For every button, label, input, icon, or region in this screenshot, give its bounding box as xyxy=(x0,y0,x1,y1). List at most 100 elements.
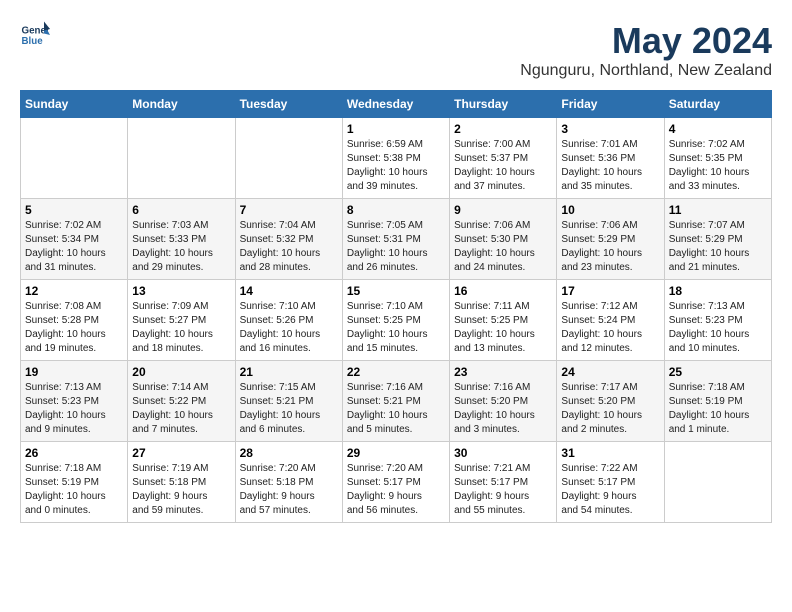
calendar-week-row: 19 Sunrise: 7:13 AMSunset: 5:23 PMDayligh… xyxy=(21,361,772,442)
calendar-cell: 6Sunrise: 7:03 AMSunset: 5:33 PMDaylight… xyxy=(128,199,235,280)
day-number: 22 xyxy=(347,365,445,379)
day-number: 25 xyxy=(669,365,767,379)
calendar-cell: 2 Sunrise: 7:00 AMSunset: 5:37 PMDaylight… xyxy=(450,118,557,199)
calendar-cell: 31 Sunrise: 7:22 AMSunset: 5:17 PMDayligh… xyxy=(557,442,664,523)
calendar-cell xyxy=(235,118,342,199)
day-info: Sunrise: 7:06 AMSunset: 5:29 PMDaylight:… xyxy=(561,219,659,275)
day-info: Sunrise: 7:10 AMSunset: 5:25 PMDaylight:… xyxy=(347,300,445,356)
calendar-cell: 5 Sunrise: 7:02 AMSunset: 5:34 PMDaylight… xyxy=(21,199,128,280)
calendar-cell: 22 Sunrise: 7:16 AMSunset: 5:21 PMDayligh… xyxy=(342,361,449,442)
calendar-week-row: 12 Sunrise: 7:08 AMSunset: 5:28 PMDayligh… xyxy=(21,280,772,361)
day-number: 29 xyxy=(347,446,445,460)
day-info: Sunrise: 7:07 AMSunset: 5:29 PMDaylight:… xyxy=(669,219,767,275)
day-number: 15 xyxy=(347,284,445,298)
calendar-cell: 10 Sunrise: 7:06 AMSunset: 5:29 PMDayligh… xyxy=(557,199,664,280)
day-info: Sunrise: 7:14 AMSunset: 5:22 PMDaylight:… xyxy=(132,381,230,437)
day-info: Sunrise: 7:16 AMSunset: 5:20 PMDaylight:… xyxy=(454,381,552,437)
calendar-week-row: 26Sunrise: 7:18 AMSunset: 5:19 PMDayligh… xyxy=(21,442,772,523)
weekday-header-friday: Friday xyxy=(557,91,664,118)
day-number: 17 xyxy=(561,284,659,298)
day-number: 13 xyxy=(132,284,230,298)
day-info: Sunrise: 7:03 AMSunset: 5:33 PMDaylight:… xyxy=(132,219,230,275)
day-number: 21 xyxy=(240,365,338,379)
day-number: 20 xyxy=(132,365,230,379)
calendar-cell: 17 Sunrise: 7:12 AMSunset: 5:24 PMDayligh… xyxy=(557,280,664,361)
calendar-cell: 30Sunrise: 7:21 AMSunset: 5:17 PMDayligh… xyxy=(450,442,557,523)
day-info: Sunrise: 7:02 AMSunset: 5:34 PMDaylight:… xyxy=(25,219,123,275)
weekday-header-thursday: Thursday xyxy=(450,91,557,118)
calendar-cell: 15 Sunrise: 7:10 AMSunset: 5:25 PMDayligh… xyxy=(342,280,449,361)
day-number: 28 xyxy=(240,446,338,460)
day-number: 2 xyxy=(454,122,552,136)
calendar-cell: 18Sunrise: 7:13 AMSunset: 5:23 PMDayligh… xyxy=(664,280,771,361)
day-info: Sunrise: 7:12 AMSunset: 5:24 PMDaylight:… xyxy=(561,300,659,356)
calendar-cell: 14Sunrise: 7:10 AMSunset: 5:26 PMDayligh… xyxy=(235,280,342,361)
location-title: Ngunguru, Northland, New Zealand xyxy=(520,62,772,80)
day-number: 19 xyxy=(25,365,123,379)
calendar-cell xyxy=(128,118,235,199)
day-info: Sunrise: 7:05 AMSunset: 5:31 PMDaylight:… xyxy=(347,219,445,275)
day-info: Sunrise: 7:00 AMSunset: 5:37 PMDaylight:… xyxy=(454,138,552,194)
calendar-cell: 9Sunrise: 7:06 AMSunset: 5:30 PMDaylight… xyxy=(450,199,557,280)
day-info: Sunrise: 7:16 AMSunset: 5:21 PMDaylight:… xyxy=(347,381,445,437)
day-info: Sunrise: 7:10 AMSunset: 5:26 PMDaylight:… xyxy=(240,300,338,356)
day-number: 24 xyxy=(561,365,659,379)
calendar-cell: 25 Sunrise: 7:18 AMSunset: 5:19 PMDayligh… xyxy=(664,361,771,442)
weekday-header-tuesday: Tuesday xyxy=(235,91,342,118)
day-info: Sunrise: 7:22 AMSunset: 5:17 PMDaylight:… xyxy=(561,462,659,518)
weekday-header-sunday: Sunday xyxy=(21,91,128,118)
weekday-header-saturday: Saturday xyxy=(664,91,771,118)
calendar-cell: 27 Sunrise: 7:19 AMSunset: 5:18 PMDayligh… xyxy=(128,442,235,523)
day-info: Sunrise: 7:20 AMSunset: 5:18 PMDaylight:… xyxy=(240,462,338,518)
calendar-table: SundayMondayTuesdayWednesdayThursdayFrid… xyxy=(20,90,772,523)
calendar-cell: 16Sunrise: 7:11 AMSunset: 5:25 PMDayligh… xyxy=(450,280,557,361)
calendar-cell: 29Sunrise: 7:20 AMSunset: 5:17 PMDayligh… xyxy=(342,442,449,523)
calendar-cell: 24 Sunrise: 7:17 AMSunset: 5:20 PMDayligh… xyxy=(557,361,664,442)
weekday-header-row: SundayMondayTuesdayWednesdayThursdayFrid… xyxy=(21,91,772,118)
calendar-cell: 26Sunrise: 7:18 AMSunset: 5:19 PMDayligh… xyxy=(21,442,128,523)
calendar-cell: 8 Sunrise: 7:05 AMSunset: 5:31 PMDaylight… xyxy=(342,199,449,280)
day-info: Sunrise: 7:11 AMSunset: 5:25 PMDaylight:… xyxy=(454,300,552,356)
day-info: Sunrise: 7:18 AMSunset: 5:19 PMDaylight:… xyxy=(669,381,767,437)
calendar-cell: 3Sunrise: 7:01 AMSunset: 5:36 PMDaylight… xyxy=(557,118,664,199)
day-number: 26 xyxy=(25,446,123,460)
svg-text:Blue: Blue xyxy=(22,36,44,47)
calendar-cell: 19 Sunrise: 7:13 AMSunset: 5:23 PMDayligh… xyxy=(21,361,128,442)
calendar-cell: 13 Sunrise: 7:09 AMSunset: 5:27 PMDayligh… xyxy=(128,280,235,361)
day-number: 18 xyxy=(669,284,767,298)
day-number: 7 xyxy=(240,203,338,217)
day-number: 30 xyxy=(454,446,552,460)
title-section: May 2024 Ngunguru, Northland, New Zealan… xyxy=(520,20,772,80)
weekday-header-wednesday: Wednesday xyxy=(342,91,449,118)
day-number: 8 xyxy=(347,203,445,217)
calendar-cell: 11 Sunrise: 7:07 AMSunset: 5:29 PMDayligh… xyxy=(664,199,771,280)
day-info: Sunrise: 7:08 AMSunset: 5:28 PMDaylight:… xyxy=(25,300,123,356)
calendar-cell: 28 Sunrise: 7:20 AMSunset: 5:18 PMDayligh… xyxy=(235,442,342,523)
logo-icon: General Blue xyxy=(20,20,50,50)
calendar-cell xyxy=(21,118,128,199)
day-info: Sunrise: 7:13 AMSunset: 5:23 PMDaylight:… xyxy=(25,381,123,437)
day-number: 10 xyxy=(561,203,659,217)
month-title: May 2024 xyxy=(520,20,772,62)
day-number: 27 xyxy=(132,446,230,460)
day-info: Sunrise: 7:09 AMSunset: 5:27 PMDaylight:… xyxy=(132,300,230,356)
calendar-cell: 20 Sunrise: 7:14 AMSunset: 5:22 PMDayligh… xyxy=(128,361,235,442)
logo: General Blue xyxy=(20,20,54,50)
calendar-cell: 4Sunrise: 7:02 AMSunset: 5:35 PMDaylight… xyxy=(664,118,771,199)
calendar-week-row: 1Sunrise: 6:59 AMSunset: 5:38 PMDaylight… xyxy=(21,118,772,199)
day-number: 11 xyxy=(669,203,767,217)
day-info: Sunrise: 7:02 AMSunset: 5:35 PMDaylight:… xyxy=(669,138,767,194)
day-number: 31 xyxy=(561,446,659,460)
day-number: 12 xyxy=(25,284,123,298)
day-info: Sunrise: 7:17 AMSunset: 5:20 PMDaylight:… xyxy=(561,381,659,437)
day-info: Sunrise: 7:19 AMSunset: 5:18 PMDaylight:… xyxy=(132,462,230,518)
calendar-cell: 1Sunrise: 6:59 AMSunset: 5:38 PMDaylight… xyxy=(342,118,449,199)
day-info: Sunrise: 7:01 AMSunset: 5:36 PMDaylight:… xyxy=(561,138,659,194)
day-info: Sunrise: 7:06 AMSunset: 5:30 PMDaylight:… xyxy=(454,219,552,275)
day-number: 5 xyxy=(25,203,123,217)
day-number: 1 xyxy=(347,122,445,136)
calendar-cell: 23Sunrise: 7:16 AMSunset: 5:20 PMDayligh… xyxy=(450,361,557,442)
calendar-cell: 7Sunrise: 7:04 AMSunset: 5:32 PMDaylight… xyxy=(235,199,342,280)
day-info: Sunrise: 7:15 AMSunset: 5:21 PMDaylight:… xyxy=(240,381,338,437)
calendar-cell: 21 Sunrise: 7:15 AMSunset: 5:21 PMDayligh… xyxy=(235,361,342,442)
